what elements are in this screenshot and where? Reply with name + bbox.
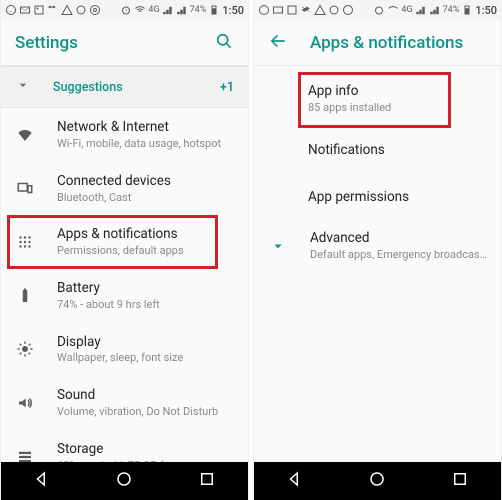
item-title: Display	[57, 334, 234, 351]
item-subtitle: Bluetooth, Cast	[57, 191, 234, 205]
image-icon	[33, 4, 45, 16]
signal-4g: 4G	[401, 5, 412, 15]
item-network[interactable]: Network & Internet Wi-Fi, mobile, data u…	[1, 108, 248, 162]
item-connected-devices[interactable]: Connected devices Bluetooth, Cast	[1, 162, 248, 216]
settings-list: Network & Internet Wi-Fi, mobile, data u…	[1, 108, 248, 462]
item-title: Connected devices	[57, 173, 234, 190]
devices-icon	[15, 179, 35, 197]
phone-apps-notifications: 4G 74% 1:50 Apps & notifications App inf…	[253, 0, 502, 500]
nav-bar	[254, 462, 501, 500]
item-subtitle: Wallpaper, sleep, font size	[57, 351, 234, 365]
item-subtitle: Wi-Fi, mobile, data usage, hotspot	[57, 137, 234, 151]
suggestions-badge: +1	[220, 80, 234, 95]
whatsapp-icon	[258, 4, 270, 16]
wifi-icon	[15, 126, 35, 144]
item-subtitle: Default apps, Emergency broadcasts, Spec…	[310, 248, 487, 262]
signal-icon-2	[429, 4, 441, 16]
item-title: Notifications	[308, 142, 487, 159]
item-title: Battery	[57, 280, 234, 297]
battery-icon	[461, 4, 473, 16]
nav-back-button[interactable]	[286, 470, 304, 492]
apps-grid-icon	[15, 233, 35, 251]
mail-icon	[272, 4, 284, 16]
page-title: Settings	[15, 33, 214, 53]
battery-pct: 74%	[443, 5, 460, 15]
mail-icon	[19, 4, 31, 16]
status-bar: 4G 74% 1:50	[254, 0, 501, 20]
item-title: Storage	[57, 441, 234, 458]
dropbox-icon	[47, 4, 59, 16]
chevron-down-icon	[268, 237, 288, 255]
item-subtitle: 63% used - 11.75 GB free	[57, 459, 234, 462]
item-subtitle: 74% - about 9 hrs left	[57, 298, 234, 312]
signal-4g: 4G	[148, 5, 159, 15]
battery-icon	[208, 4, 220, 16]
item-display[interactable]: Display Wallpaper, sleep, font size	[1, 323, 248, 377]
phone-settings: 4G 74% 1:50 Settings Suggestions +1 Netw…	[0, 0, 249, 500]
nav-home-button[interactable]	[115, 470, 133, 492]
battery-pct: 74%	[190, 5, 207, 15]
search-button[interactable]	[214, 31, 234, 55]
item-app-info[interactable]: App info 85 apps installed	[254, 72, 501, 126]
display-icon	[15, 340, 35, 358]
warning-icon	[61, 4, 73, 16]
item-title: Advanced	[310, 230, 487, 247]
warning-icon	[314, 4, 326, 16]
sync-icon	[75, 4, 87, 16]
wifi-icon	[134, 4, 146, 16]
item-subtitle: Volume, vibration, Do Not Disturb	[57, 405, 234, 419]
item-notifications[interactable]: Notifications	[254, 126, 501, 175]
apps-notifications-list: App info 85 apps installed Notifications…	[254, 66, 501, 462]
item-subtitle: 85 apps installed	[308, 101, 487, 115]
sound-icon	[15, 394, 35, 412]
chevron-down-icon	[15, 77, 31, 97]
item-apps-notifications[interactable]: Apps & notifications Permissions, defaul…	[1, 215, 248, 269]
item-sound[interactable]: Sound Volume, vibration, Do Not Disturb	[1, 376, 248, 430]
suggestions-label: Suggestions	[53, 80, 198, 95]
alarm-icon	[120, 4, 132, 16]
item-advanced[interactable]: Advanced Default apps, Emergency broadca…	[254, 219, 501, 273]
dropbox-icon	[300, 4, 312, 16]
item-title: App info	[308, 83, 487, 100]
at-icon	[342, 4, 354, 16]
item-subtitle: Permissions, default apps	[57, 244, 234, 258]
battery-icon	[15, 287, 35, 305]
image-icon	[286, 4, 298, 16]
signal-icon	[162, 4, 174, 16]
nav-recent-button[interactable]	[451, 470, 469, 492]
suggestions-row[interactable]: Suggestions +1	[1, 66, 248, 108]
clock: 1:50	[475, 4, 497, 17]
storage-icon	[15, 448, 35, 462]
app-bar: Apps & notifications	[254, 20, 501, 66]
status-bar: 4G 74% 1:50	[1, 0, 248, 20]
nav-home-button[interactable]	[368, 470, 386, 492]
item-storage[interactable]: Storage 63% used - 11.75 GB free	[1, 430, 248, 462]
nav-back-button[interactable]	[33, 470, 51, 492]
item-title: Sound	[57, 387, 234, 404]
item-title: Apps & notifications	[57, 226, 234, 243]
item-battery[interactable]: Battery 74% - about 9 hrs left	[1, 269, 248, 323]
clock: 1:50	[222, 4, 244, 17]
sync-icon	[328, 4, 340, 16]
at-icon	[89, 4, 101, 16]
whatsapp-icon	[5, 4, 17, 16]
item-title: App permissions	[308, 189, 487, 206]
item-app-permissions[interactable]: App permissions	[254, 175, 501, 220]
item-title: Network & Internet	[57, 119, 234, 136]
alarm-icon	[373, 4, 385, 16]
wifi-icon	[387, 4, 399, 16]
nav-bar	[1, 462, 248, 500]
page-title: Apps & notifications	[310, 33, 487, 53]
app-bar: Settings	[1, 20, 248, 66]
back-button[interactable]	[268, 31, 288, 55]
nav-recent-button[interactable]	[198, 470, 216, 492]
signal-icon	[415, 4, 427, 16]
signal-icon-2	[176, 4, 188, 16]
